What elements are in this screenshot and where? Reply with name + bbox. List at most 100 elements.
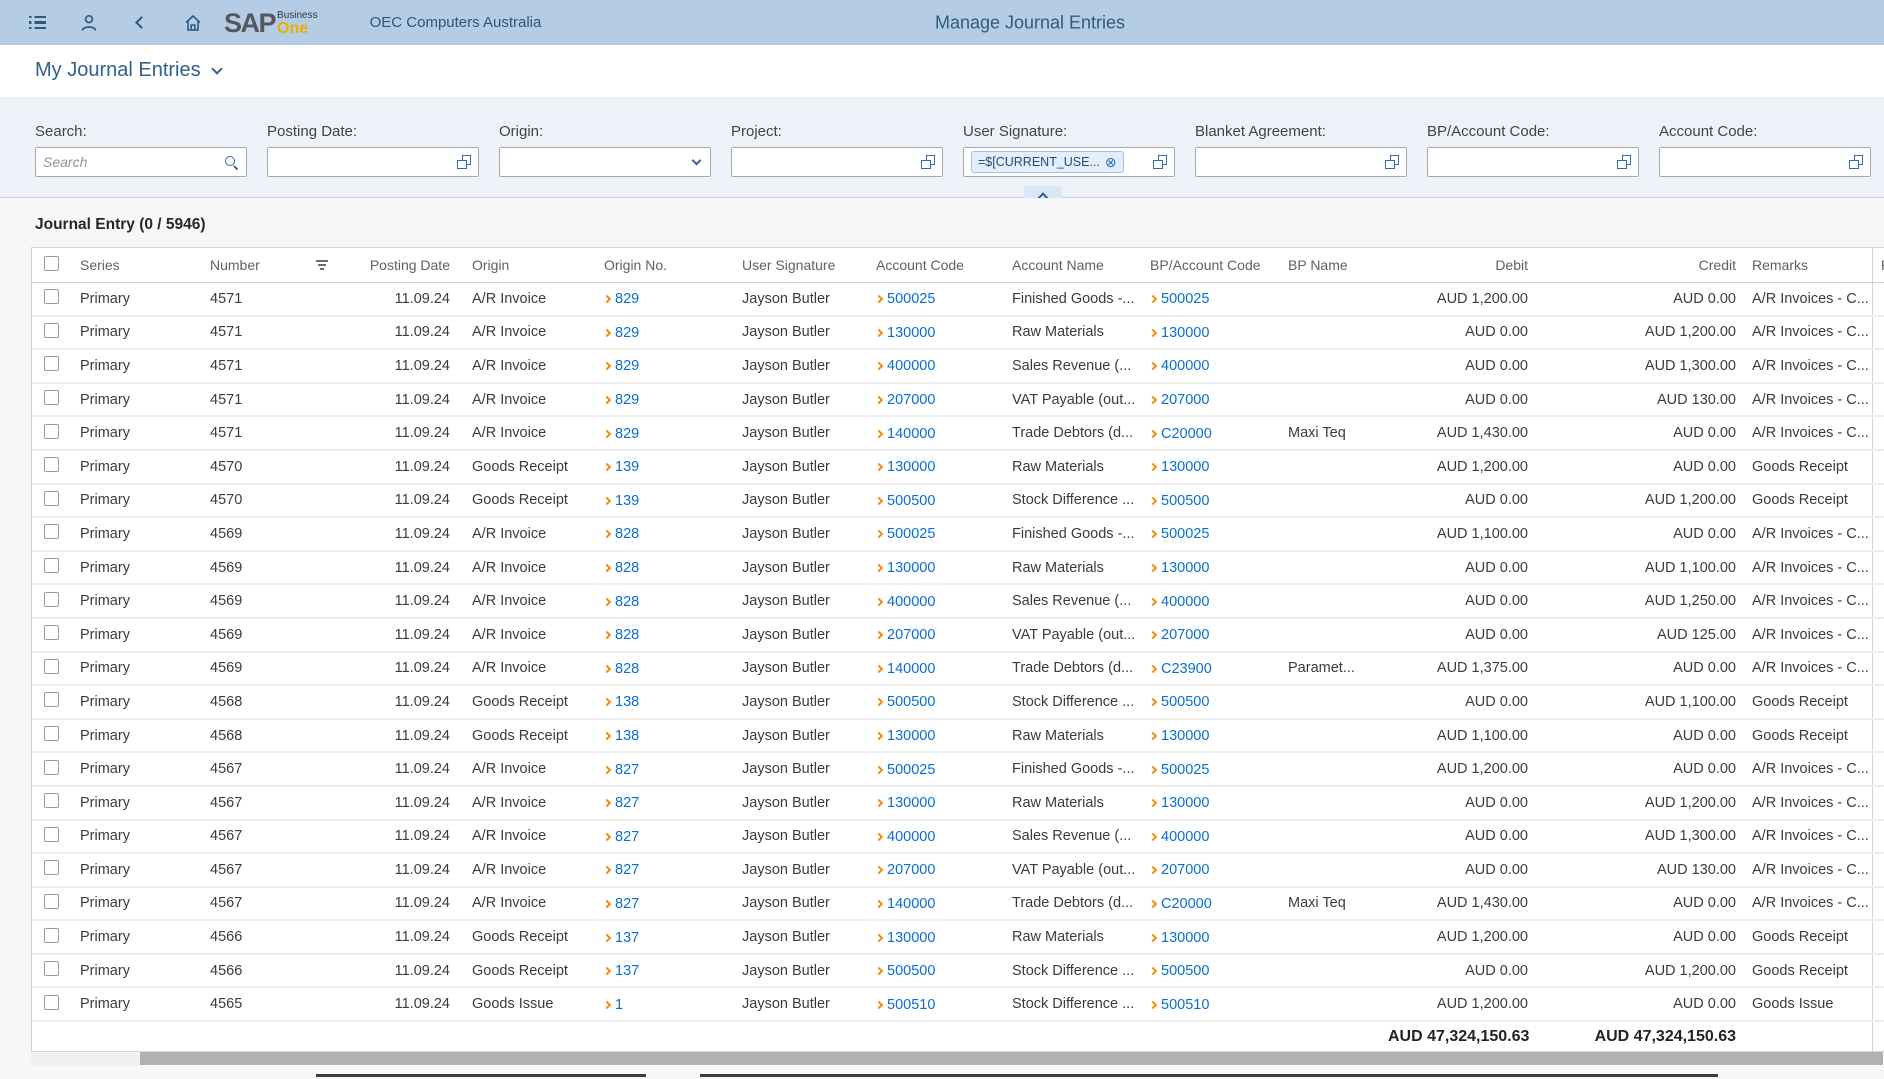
row-checkbox[interactable] [44,995,59,1010]
table-row[interactable]: Primary 4571 11.09.24 A/R Invoice 829 Ja… [32,384,1884,418]
bp-account-code-link[interactable]: 207000 [1150,862,1209,878]
table-row[interactable]: Primary 4571 11.09.24 A/R Invoice 829 Ja… [32,350,1884,384]
row-checkbox[interactable] [44,961,59,976]
user-profile-icon[interactable] [72,6,106,40]
origin-no-link[interactable]: 828 [604,627,639,643]
bp-account-code-link[interactable]: 500500 [1150,493,1209,509]
row-checkbox[interactable] [44,860,59,875]
bp-account-code-link[interactable]: 400000 [1150,829,1209,845]
account-code-link[interactable]: 130000 [876,728,935,744]
origin-no-link[interactable]: 828 [604,560,639,576]
origin-no-link[interactable]: 829 [604,426,639,442]
view-selector[interactable]: My Journal Entries [35,59,221,82]
account-code-link[interactable]: 400000 [876,829,935,845]
bp-account-code-input[interactable] [1435,154,1611,170]
account-code-link[interactable]: 207000 [876,862,935,878]
bp-account-code-link[interactable]: 130000 [1150,325,1209,341]
account-code-input[interactable] [1667,154,1843,170]
row-checkbox[interactable] [44,390,59,405]
account-code-link[interactable]: 500025 [876,526,935,542]
row-checkbox[interactable] [44,323,59,338]
origin-no-link[interactable]: 827 [604,795,639,811]
value-help-icon[interactable] [1617,155,1631,169]
col-bp-name[interactable]: BP Name [1274,257,1380,273]
row-checkbox[interactable] [44,457,59,472]
origin-no-link[interactable]: 828 [604,526,639,542]
table-row[interactable]: Primary 4569 11.09.24 A/R Invoice 828 Ja… [32,619,1884,653]
row-checkbox[interactable] [44,928,59,943]
project-input[interactable] [739,154,915,170]
origin-no-link[interactable]: 828 [604,594,639,610]
back-icon[interactable] [124,6,158,40]
bp-account-code-link[interactable]: 130000 [1150,795,1209,811]
origin-no-link[interactable]: 829 [604,358,639,374]
table-row[interactable]: Primary 4568 11.09.24 Goods Receipt 138 … [32,720,1884,754]
origin-no-link[interactable]: 829 [604,291,639,307]
bp-account-code-link[interactable]: 130000 [1150,930,1209,946]
table-row[interactable]: Primary 4569 11.09.24 A/R Invoice 828 Ja… [32,518,1884,552]
bp-account-code-link[interactable]: 500500 [1150,694,1209,710]
row-checkbox[interactable] [44,524,59,539]
origin-no-link[interactable]: 827 [604,862,639,878]
bp-account-code-link[interactable]: 207000 [1150,627,1209,643]
col-origin[interactable]: Origin [458,257,590,273]
column-filter-icon[interactable] [316,260,328,269]
bp-account-code-link[interactable]: 130000 [1150,728,1209,744]
table-row[interactable]: Primary 4567 11.09.24 A/R Invoice 827 Ja… [32,821,1884,855]
row-checkbox[interactable] [44,894,59,909]
row-checkbox[interactable] [44,289,59,304]
bp-account-code-link[interactable]: 500025 [1150,291,1209,307]
blanket-agreement-input[interactable] [1203,154,1379,170]
origin-no-link[interactable]: 138 [604,728,639,744]
bp-account-code-link[interactable]: C20000 [1150,426,1212,442]
origin-no-link[interactable]: 1 [604,997,623,1013]
account-code-link[interactable]: 500500 [876,493,935,509]
account-code-link[interactable]: 130000 [876,795,935,811]
table-row[interactable]: Primary 4567 11.09.24 A/R Invoice 827 Ja… [32,888,1884,922]
table-row[interactable]: Primary 4566 11.09.24 Goods Receipt 137 … [32,955,1884,989]
origin-select[interactable] [499,147,711,177]
table-row[interactable]: Primary 4567 11.09.24 A/R Invoice 827 Ja… [32,854,1884,888]
row-checkbox[interactable] [44,659,59,674]
origin-no-link[interactable]: 827 [604,896,639,912]
row-checkbox[interactable] [44,424,59,439]
bp-account-code-link[interactable]: C20000 [1150,896,1212,912]
bp-account-code-link[interactable]: 500500 [1150,963,1209,979]
origin-no-link[interactable]: 139 [604,459,639,475]
bp-account-code-link[interactable]: 500510 [1150,997,1209,1013]
origin-no-link[interactable]: 138 [604,694,639,710]
origin-input[interactable] [507,154,687,170]
value-help-icon[interactable] [1849,155,1863,169]
table-row[interactable]: Primary 4571 11.09.24 A/R Invoice 829 Ja… [32,283,1884,317]
token-remove-icon[interactable]: ⊗ [1105,155,1117,169]
menu-list-icon[interactable] [20,6,54,40]
bp-account-code-link[interactable]: 130000 [1150,459,1209,475]
origin-no-link[interactable]: 827 [604,762,639,778]
col-credit[interactable]: Credit [1536,257,1744,273]
bp-account-code-link[interactable]: 400000 [1150,358,1209,374]
table-row[interactable]: Primary 4568 11.09.24 Goods Receipt 138 … [32,686,1884,720]
account-code-link[interactable]: 500025 [876,762,935,778]
account-code-link[interactable]: 207000 [876,627,935,643]
scrollbar-thumb[interactable] [140,1052,1883,1065]
account-code-link[interactable]: 130000 [876,560,935,576]
value-help-icon[interactable] [921,155,935,169]
row-checkbox[interactable] [44,827,59,842]
col-series[interactable]: Series [80,257,206,273]
table-row[interactable]: Primary 4571 11.09.24 A/R Invoice 829 Ja… [32,317,1884,351]
col-remarks[interactable]: Remarks [1744,257,1872,273]
col-account-name[interactable]: Account Name [998,257,1136,273]
bp-account-code-link[interactable]: 207000 [1150,392,1209,408]
bp-account-code-link[interactable]: 500025 [1150,526,1209,542]
origin-no-link[interactable]: 137 [604,930,639,946]
account-code-link[interactable]: 500500 [876,963,935,979]
table-row[interactable]: Primary 4569 11.09.24 A/R Invoice 828 Ja… [32,552,1884,586]
col-account-code[interactable]: Account Code [862,257,998,273]
table-row[interactable]: Primary 4569 11.09.24 A/R Invoice 828 Ja… [32,653,1884,687]
col-user-signature[interactable]: User Signature [728,257,862,273]
origin-no-link[interactable]: 829 [604,325,639,341]
col-debit[interactable]: Debit [1380,257,1536,273]
origin-no-link[interactable]: 137 [604,963,639,979]
value-help-icon[interactable] [457,155,471,169]
row-checkbox[interactable] [44,760,59,775]
